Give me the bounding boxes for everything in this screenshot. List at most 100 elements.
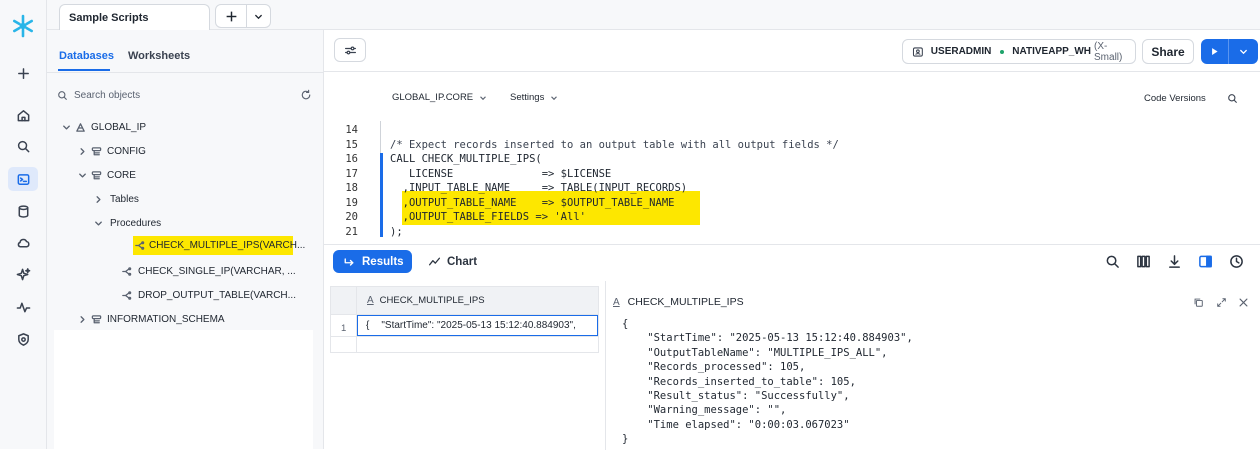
chart-tab[interactable]: Chart <box>428 255 477 268</box>
sliders-icon <box>344 46 356 54</box>
tab-sample-scripts[interactable]: Sample Scripts <box>59 4 210 30</box>
plus-icon[interactable] <box>8 61 38 85</box>
context-selector[interactable]: GLOBAL_IP.CORE <box>392 92 488 103</box>
tree-item-check-single-ip[interactable]: CHECK_SINGLE_IP(VARCHAR, ... <box>121 261 296 281</box>
tree-item-information-schema[interactable]: INFORMATION_SCHEMA <box>77 309 225 329</box>
tree-item-procedures[interactable]: Procedures <box>93 213 161 233</box>
tree-item-config[interactable]: CONFIG <box>77 141 146 161</box>
line-chart-icon <box>428 257 441 266</box>
tree-label: Procedures <box>110 217 162 229</box>
tree-item-core[interactable]: CORE <box>77 165 136 185</box>
tree-label: CHECK_MULTIPLE_IPS(VARCH... <box>149 240 306 251</box>
line-number: 14 <box>345 124 358 137</box>
tab-menu-chevron-down-icon[interactable] <box>247 5 270 27</box>
home-icon[interactable] <box>8 103 38 127</box>
copy-icon[interactable] <box>1193 297 1204 308</box>
tree-label: Tables <box>110 193 139 205</box>
projects-icon[interactable] <box>8 167 38 191</box>
sql-editor-pane: USERADMIN NATIVEAPP_WH (X-Small) Share G… <box>324 30 1260 244</box>
new-tab-plus-icon[interactable] <box>216 5 247 27</box>
procedure-icon <box>135 241 145 250</box>
line-number: 21 <box>345 225 358 238</box>
warehouse-status-dot <box>1000 49 1005 54</box>
code-line: 19 ,OUTPUT_TABLE_NAME => $OUTPUT_TABLE_N… <box>324 196 674 211</box>
cell-brace: { <box>366 320 370 331</box>
line-number: 16 <box>345 153 358 166</box>
blank-area <box>54 330 313 449</box>
grid-row-divider <box>331 336 598 337</box>
json-line: "Records_processed": 105, <box>622 361 806 374</box>
activity-icon[interactable] <box>8 295 38 319</box>
chevron-down-icon <box>63 124 70 130</box>
columns-icon[interactable] <box>1136 254 1151 269</box>
result-cell[interactable]: { "StartTime": "2025-05-13 15:12:40.8849… <box>357 315 598 336</box>
admin-shield-icon[interactable] <box>8 327 38 351</box>
code-line: 17 LICENSE => $LICENSE <box>324 167 611 182</box>
schema-icon <box>91 314 102 323</box>
run-button-group <box>1201 39 1258 64</box>
role-warehouse-selector[interactable]: USERADMIN NATIVEAPP_WH (X-Small) <box>902 39 1136 64</box>
search-placeholder: Search objects <box>74 89 141 101</box>
tab-worksheets[interactable]: Worksheets <box>128 50 190 62</box>
history-clock-icon[interactable] <box>1229 254 1244 269</box>
run-play-icon[interactable] <box>1201 39 1229 64</box>
search-objects-field[interactable]: Search objects <box>57 85 312 105</box>
download-icon[interactable] <box>1167 254 1182 269</box>
chevron-down-icon <box>79 172 86 178</box>
database-icon <box>76 122 85 132</box>
cloud-icon[interactable] <box>8 230 38 254</box>
tree-item-tables[interactable]: Tables <box>93 189 139 209</box>
tree-item-drop-output-table[interactable]: DROP_OUTPUT_TABLE(VARCH... <box>121 285 296 305</box>
object-explorer: Databases Worksheets Search objects GLOB… <box>47 30 324 449</box>
results-tab[interactable]: Results <box>333 250 412 273</box>
code-versions-link[interactable]: Code Versions <box>1144 93 1206 104</box>
worksheet-tab-strip: Sample Scripts <box>47 0 1260 30</box>
code-text: ,OUTPUT_TABLE_NAME => $OUTPUT_TABLE_NAME <box>390 196 675 209</box>
json-line: "Time elapsed": "0:00:03.067023" <box>622 418 850 431</box>
close-icon[interactable] <box>1238 297 1249 308</box>
filter-settings-button[interactable] <box>334 38 366 62</box>
json-line: { <box>622 318 629 330</box>
settings-dropdown[interactable]: Settings <box>510 92 559 103</box>
column-header-label: CHECK_MULTIPLE_IPS <box>379 295 485 306</box>
refresh-icon[interactable] <box>300 89 312 101</box>
results-tab-label: Results <box>362 255 404 268</box>
text-type-icon: A <box>613 296 620 308</box>
search-icon <box>58 90 68 100</box>
chevron-down-icon <box>95 220 102 226</box>
tree-item-check-multiple-ips[interactable]: CHECK_MULTIPLE_IPS(VARCH... <box>133 236 305 255</box>
search-icon[interactable] <box>8 134 38 158</box>
procedure-icon <box>122 266 132 276</box>
run-options-chevron-down-icon[interactable] <box>1229 39 1258 64</box>
line-number: 17 <box>345 167 358 180</box>
ai-sparkle-icon[interactable] <box>8 262 38 286</box>
chevron-right-icon <box>96 195 101 203</box>
database-icon[interactable] <box>8 199 38 223</box>
results-grid: A CHECK_MULTIPLE_IPS 1 { "StartTime": "2… <box>330 286 599 353</box>
divider <box>47 72 324 73</box>
warehouse-label: NATIVEAPP_WH <box>1012 46 1092 57</box>
detail-divider <box>605 281 606 450</box>
new-tab-group <box>215 4 271 28</box>
line-number: 15 <box>345 138 358 151</box>
column-header[interactable]: A CHECK_MULTIPLE_IPS <box>367 295 485 306</box>
code-text: ,INPUT_TABLE_NAME => TABLE(INPUT_RECORDS… <box>390 182 688 195</box>
tab-databases[interactable]: Databases <box>59 50 114 62</box>
split-panel-icon[interactable] <box>1198 254 1213 269</box>
warehouse-size: (X-Small) <box>1094 40 1123 63</box>
code-line: 18 ,INPUT_TABLE_NAME => TABLE(INPUT_RECO… <box>324 181 687 196</box>
json-line: "OutputTableName": "MULTIPLE_IPS_ALL", <box>622 346 888 359</box>
tree-item-global-ip[interactable]: GLOBAL_IP <box>61 117 146 137</box>
snowflake-logo-icon[interactable] <box>8 14 38 38</box>
find-search-icon[interactable] <box>1227 93 1238 104</box>
tree-label: INFORMATION_SCHEMA <box>107 313 225 325</box>
tree-label: CORE <box>107 169 136 181</box>
chevron-down-icon <box>551 95 558 100</box>
expand-icon[interactable] <box>1216 297 1227 308</box>
search-results-icon[interactable] <box>1105 254 1120 269</box>
chevron-right-icon <box>80 147 85 155</box>
detail-header: A CHECK_MULTIPLE_IPS <box>613 296 744 308</box>
share-button[interactable]: Share <box>1142 39 1194 64</box>
code-line: 16 CALL CHECK_MULTIPLE_IPS( <box>324 152 541 167</box>
tree-label: DROP_OUTPUT_TABLE(VARCH... <box>138 289 296 301</box>
